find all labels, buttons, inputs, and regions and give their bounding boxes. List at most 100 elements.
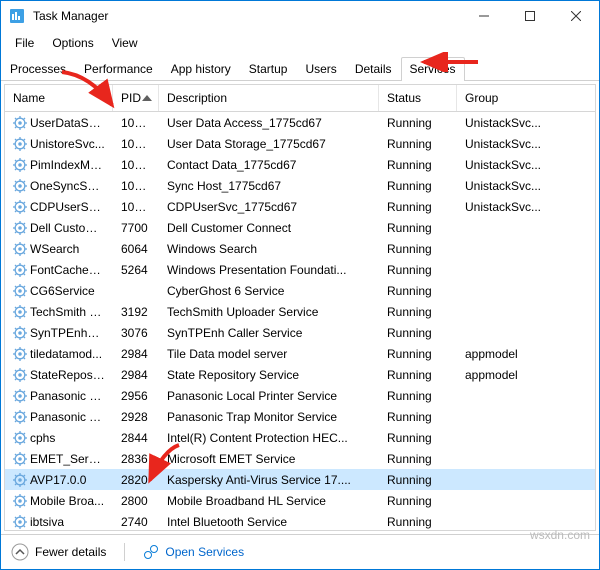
cell-status: Running (379, 137, 457, 151)
table-row[interactable]: CG6ServiceCyberGhost 6 ServiceRunning (5, 280, 595, 301)
cell-description: Windows Presentation Foundati... (159, 263, 379, 277)
service-gear-icon (13, 284, 27, 298)
service-gear-icon (13, 242, 27, 256)
tab-details[interactable]: Details (346, 57, 401, 80)
maximize-button[interactable] (507, 1, 553, 31)
cell-description: Panasonic Local Printer Service (159, 389, 379, 403)
table-row[interactable]: tiledatamod...2984Tile Data model server… (5, 343, 595, 364)
cell-description: Dell Customer Connect (159, 221, 379, 235)
table-row[interactable]: Panasonic Tr...2928Panasonic Trap Monito… (5, 406, 595, 427)
tab-performance[interactable]: Performance (75, 57, 162, 80)
table-row[interactable]: Mobile Broa...2800Mobile Broadband HL Se… (5, 490, 595, 511)
open-services-label: Open Services (165, 545, 244, 559)
tab-app-history[interactable]: App history (162, 57, 240, 80)
cell-name: EMET_Service (5, 452, 113, 466)
table-row[interactable]: cphs2844Intel(R) Content Protection HEC.… (5, 427, 595, 448)
cell-description: CDPUserSvc_1775cd67 (159, 200, 379, 214)
cell-pid: 10532 (113, 200, 159, 214)
open-services-link[interactable]: Open Services (143, 544, 244, 560)
cell-pid: 2984 (113, 347, 159, 361)
cell-pid: 10532 (113, 158, 159, 172)
cell-name: cphs (5, 431, 113, 445)
cell-description: State Repository Service (159, 368, 379, 382)
service-gear-icon (13, 494, 27, 508)
cell-description: User Data Storage_1775cd67 (159, 137, 379, 151)
service-gear-icon (13, 431, 27, 445)
cell-pid: 2984 (113, 368, 159, 382)
cell-status: Running (379, 368, 457, 382)
service-gear-icon (13, 389, 27, 403)
cell-pid: 2836 (113, 452, 159, 466)
header-status[interactable]: Status (379, 85, 457, 111)
table-row[interactable]: Panasonic Lo...2956Panasonic Local Print… (5, 385, 595, 406)
cell-pid: 2928 (113, 410, 159, 424)
cell-name: CG6Service (5, 284, 113, 298)
header-group[interactable]: Group (457, 85, 557, 111)
table-row[interactable]: StateReposit...2984State Repository Serv… (5, 364, 595, 385)
cell-name: CDPUserSvc... (5, 200, 113, 214)
table-row[interactable]: UserDataSvc...10532User Data Access_1775… (5, 112, 595, 133)
table-row[interactable]: PimIndexMai...10532Contact Data_1775cd67… (5, 154, 595, 175)
cell-status: Running (379, 326, 457, 340)
cell-status: Running (379, 221, 457, 235)
table-row[interactable]: FontCache3...5264Windows Presentation Fo… (5, 259, 595, 280)
cell-status: Running (379, 347, 457, 361)
service-gear-icon (13, 137, 27, 151)
cell-name: TechSmith U... (5, 305, 113, 319)
service-gear-icon (13, 221, 27, 235)
table-row[interactable]: TechSmith U...3192TechSmith Uploader Ser… (5, 301, 595, 322)
cell-name: OneSyncSvc_... (5, 179, 113, 193)
service-gear-icon (13, 179, 27, 193)
cell-status: Running (379, 305, 457, 319)
chevron-up-icon (11, 543, 29, 561)
header-name[interactable]: Name (5, 85, 113, 111)
cell-name: StateReposit... (5, 368, 113, 382)
tab-services[interactable]: Services (401, 57, 465, 80)
cell-description: Contact Data_1775cd67 (159, 158, 379, 172)
cell-pid: 10532 (113, 179, 159, 193)
service-gear-icon (13, 473, 27, 487)
services-icon (143, 544, 159, 560)
cell-group: appmodel (457, 347, 557, 361)
cell-status: Running (379, 200, 457, 214)
cell-group: UnistackSvc... (457, 116, 557, 130)
header-pid[interactable]: PID (113, 85, 159, 111)
table-row[interactable]: SynTPEnhSer...3076SynTPEnh Caller Servic… (5, 322, 595, 343)
table-row[interactable]: OneSyncSvc_...10532Sync Host_1775cd67Run… (5, 175, 595, 196)
menu-options[interactable]: Options (44, 33, 101, 53)
table-row[interactable]: ibtsiva2740Intel Bluetooth ServiceRunnin… (5, 511, 595, 531)
service-gear-icon (13, 158, 27, 172)
cell-name: WSearch (5, 242, 113, 256)
cell-description: SynTPEnh Caller Service (159, 326, 379, 340)
tab-processes[interactable]: Processes (1, 57, 75, 80)
table-row[interactable]: Dell Custom...7700Dell Customer ConnectR… (5, 217, 595, 238)
header-description[interactable]: Description (159, 85, 379, 111)
menu-file[interactable]: File (7, 33, 42, 53)
titlebar: Task Manager (1, 1, 599, 31)
cell-status: Running (379, 158, 457, 172)
table-row[interactable]: EMET_Service2836Microsoft EMET ServiceRu… (5, 448, 595, 469)
tab-users[interactable]: Users (296, 57, 345, 80)
cell-description: User Data Access_1775cd67 (159, 116, 379, 130)
cell-group: UnistackSvc... (457, 179, 557, 193)
table-row[interactable]: AVP17.0.02820Kaspersky Anti-Virus Servic… (5, 469, 595, 490)
cell-group: UnistackSvc... (457, 200, 557, 214)
tab-startup[interactable]: Startup (240, 57, 297, 80)
cell-group: UnistackSvc... (457, 158, 557, 172)
fewer-details-button[interactable]: Fewer details (11, 543, 106, 561)
cell-name: Panasonic Tr... (5, 410, 113, 424)
table-row[interactable]: CDPUserSvc...10532CDPUserSvc_1775cd67Run… (5, 196, 595, 217)
cell-pid: 2800 (113, 494, 159, 508)
cell-pid: 10532 (113, 116, 159, 130)
menu-view[interactable]: View (104, 33, 146, 53)
minimize-button[interactable] (461, 1, 507, 31)
table-row[interactable]: WSearch6064Windows SearchRunning (5, 238, 595, 259)
cell-pid: 2956 (113, 389, 159, 403)
table-row[interactable]: UnistoreSvc...10532User Data Storage_177… (5, 133, 595, 154)
cell-status: Running (379, 284, 457, 298)
cell-pid: 2740 (113, 515, 159, 529)
service-gear-icon (13, 263, 27, 277)
service-gear-icon (13, 410, 27, 424)
close-button[interactable] (553, 1, 599, 31)
cell-status: Running (379, 179, 457, 193)
